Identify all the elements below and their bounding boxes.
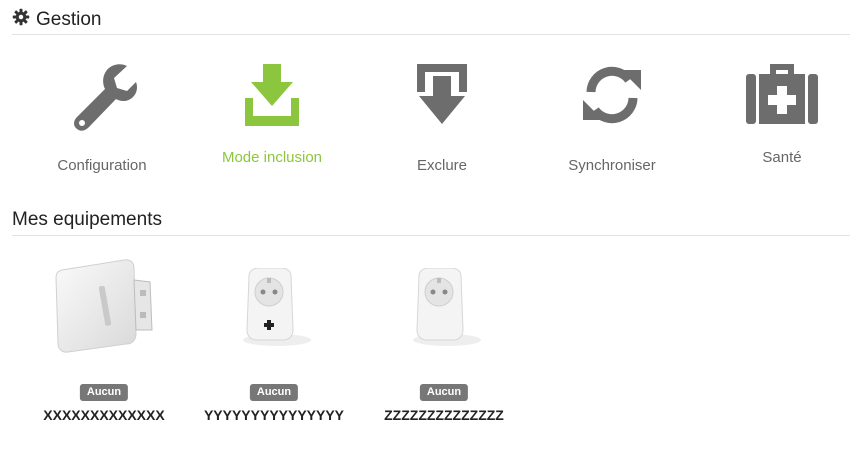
medical-kit-icon [746, 62, 818, 129]
equipment-card[interactable]: Aucun YYYYYYYYYYYYYYY [189, 248, 359, 458]
download-icon [245, 64, 299, 131]
equipment-name: YYYYYYYYYYYYYYY [203, 407, 345, 423]
configuration-label: Configuration [57, 157, 147, 174]
mode-inclusion-button[interactable]: Mode inclusion [192, 56, 352, 186]
exclure-label: Exclure [416, 157, 468, 174]
equipment-card[interactable]: Aucun ZZZZZZZZZZZZZZ [359, 248, 529, 458]
smart-plug-icon [399, 267, 489, 353]
mode-inclusion-label: Mode inclusion [221, 149, 323, 166]
configuration-button[interactable]: Configuration [22, 56, 182, 186]
exclude-icon [415, 62, 469, 131]
plugin-page: Gestion Configuration Mode inclusion Exc… [0, 0, 851, 458]
equipements-divider [12, 235, 850, 236]
sync-icon [581, 64, 643, 131]
gestion-divider [12, 34, 850, 35]
usb-stick-icon [54, 256, 154, 361]
gestion-header: Gestion [12, 8, 101, 32]
wrench-icon [67, 60, 137, 137]
status-badge: Aucun [249, 384, 299, 401]
sante-button[interactable]: Santé [702, 56, 851, 186]
exclure-button[interactable]: Exclure [362, 56, 522, 186]
equipements-header: Mes equipements [12, 209, 162, 231]
gestion-title: Gestion [36, 9, 102, 30]
gestion-actions: Configuration Mode inclusion Exclure Syn… [0, 56, 851, 186]
equipements-title: Mes equipements [12, 209, 162, 230]
synchroniser-label: Synchroniser [568, 157, 656, 174]
smart-plug-icon [229, 267, 319, 353]
status-badge: Aucun [79, 384, 129, 401]
synchroniser-button[interactable]: Synchroniser [532, 56, 692, 186]
equipment-name: ZZZZZZZZZZZZZZ [384, 407, 504, 423]
status-badge: Aucun [419, 384, 469, 401]
equipment-name: XXXXXXXXXXXXX [43, 407, 165, 423]
gear-icon [12, 8, 30, 32]
equipment-card[interactable]: Aucun XXXXXXXXXXXXX [19, 248, 189, 458]
sante-label: Santé [762, 149, 802, 166]
